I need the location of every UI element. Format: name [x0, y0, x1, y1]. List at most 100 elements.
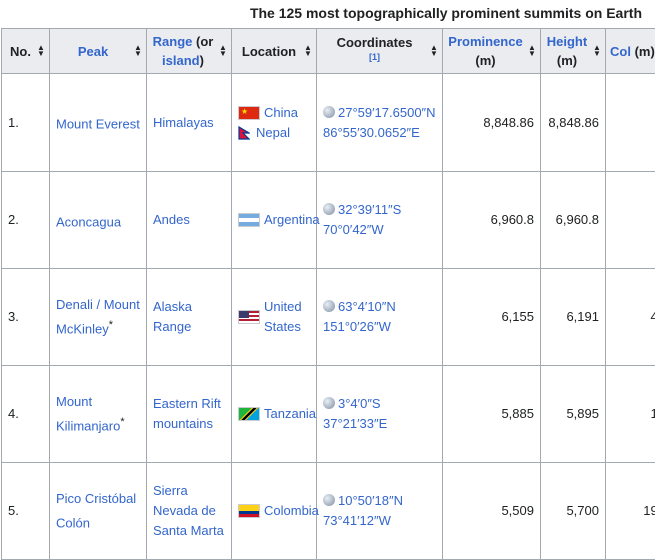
- location-entry: Argentina: [238, 210, 310, 230]
- cell-range: Sierra Nevada de Santa Marta: [147, 463, 232, 560]
- location-link[interactable]: Colombia: [264, 501, 319, 521]
- header-row: No. ▲▼ Peak ▲▼ Range (or island) ▲▼ Loca…: [2, 29, 655, 74]
- coordinates-ref-link[interactable]: [1]: [323, 52, 426, 63]
- cell-coordinates: 10°50′18″N73°41′12″W: [317, 463, 443, 560]
- location-header-label: Location: [242, 44, 296, 59]
- cell-prominence: 5,885: [443, 366, 541, 463]
- col-header-location[interactable]: Location ▲▼: [232, 29, 317, 74]
- coordinates-link[interactable]: 27°59′17.6500″N86°55′30.0652″E: [323, 105, 436, 140]
- cell-height: 8,848.86: [541, 74, 606, 172]
- col-header-range[interactable]: Range (or island) ▲▼: [147, 29, 232, 74]
- table-row: 2.AconcaguaAndesArgentina32°39′11″S70°0′…: [2, 172, 655, 269]
- cell-peak: Mount Kilimanjaro*: [50, 366, 147, 463]
- sort-icon[interactable]: ▲▼: [37, 45, 44, 57]
- peak-link[interactable]: Mount Kilimanjaro: [56, 394, 120, 433]
- height-header-link[interactable]: Height: [547, 34, 587, 49]
- nepal-flag-icon: [238, 126, 252, 140]
- cell-range: Andes: [147, 172, 232, 269]
- summits-table: No. ▲▼ Peak ▲▼ Range (or island) ▲▼ Loca…: [1, 28, 655, 560]
- location-link[interactable]: Tanzania: [264, 404, 316, 424]
- peak-header-link[interactable]: Peak: [78, 44, 108, 59]
- cell-peak: Denali / Mount McKinley*: [50, 269, 147, 366]
- sort-icon[interactable]: ▲▼: [593, 45, 600, 57]
- location-entry: United States: [238, 297, 310, 337]
- cell-col: 191: [606, 463, 655, 560]
- range-link[interactable]: Himalayas: [153, 115, 214, 130]
- globe-icon[interactable]: [323, 397, 335, 409]
- cell-height: 5,700: [541, 463, 606, 560]
- sort-icon[interactable]: ▲▼: [304, 45, 311, 57]
- col-header-no-label: No.: [10, 44, 31, 59]
- cell-no: 5.: [2, 463, 50, 560]
- coordinates-link[interactable]: 10°50′18″N73°41′12″W: [323, 493, 403, 528]
- table-row: 4.Mount Kilimanjaro*Eastern Rift mountai…: [2, 366, 655, 463]
- table-row: 3.Denali / Mount McKinley*Alaska RangeUn…: [2, 269, 655, 366]
- range-link[interactable]: Sierra Nevada de Santa Marta: [153, 483, 224, 538]
- cell-range: Alaska Range: [147, 269, 232, 366]
- range-header-text: (or: [192, 34, 213, 49]
- location-link[interactable]: China: [264, 103, 298, 123]
- cell-peak: Pico Cristóbal Colón: [50, 463, 147, 560]
- prominence-header-link[interactable]: Prominence: [448, 34, 522, 49]
- cell-location: Argentina: [232, 172, 317, 269]
- sort-icon[interactable]: ▲▼: [219, 45, 226, 57]
- argentina-flag-icon: [238, 213, 260, 227]
- china-flag-icon: [238, 106, 260, 120]
- cell-height: 6,191: [541, 269, 606, 366]
- cell-location: Tanzania: [232, 366, 317, 463]
- cell-location: United States: [232, 269, 317, 366]
- peak-mark: *: [120, 416, 124, 428]
- range-link[interactable]: Eastern Rift mountains: [153, 396, 221, 431]
- sort-icon[interactable]: ▲▼: [430, 45, 437, 57]
- peak-link[interactable]: Denali / Mount McKinley: [56, 297, 140, 336]
- table-row: 5.Pico Cristóbal Colón Sierra Nevada de S…: [2, 463, 655, 560]
- cell-peak: Aconcagua: [50, 172, 147, 269]
- cell-no: 4.: [2, 366, 50, 463]
- location-link[interactable]: Nepal: [256, 123, 290, 143]
- table-row: 1.Mount EverestHimalayasChinaNepal27°59′…: [2, 74, 655, 172]
- range-link[interactable]: Alaska Range: [153, 299, 192, 334]
- col-header-col[interactable]: Col (m) ▲▼: [606, 29, 655, 74]
- globe-icon[interactable]: [323, 494, 335, 506]
- table-caption: The 125 most topographically prominent s…: [0, 5, 655, 21]
- tanzania-flag-icon: [238, 407, 260, 421]
- longitude: 37°21′33″E: [323, 416, 387, 431]
- range-header-close: ): [200, 53, 204, 68]
- range-link[interactable]: Andes: [153, 212, 190, 227]
- col-header-height[interactable]: Height (m) ▲▼: [541, 29, 606, 74]
- cell-prominence: 8,848.86: [443, 74, 541, 172]
- sort-icon[interactable]: ▲▼: [134, 45, 141, 57]
- peak-link[interactable]: Mount Everest: [56, 117, 140, 132]
- cell-col: 0: [606, 74, 655, 172]
- cell-coordinates: 32°39′11″S70°0′42″W: [317, 172, 443, 269]
- cell-prominence: 6,960.8: [443, 172, 541, 269]
- sort-icon[interactable]: ▲▼: [528, 45, 535, 57]
- location-link[interactable]: United States: [264, 297, 310, 337]
- col-header-peak[interactable]: Peak ▲▼: [50, 29, 147, 74]
- longitude: 151°0′26″W: [323, 319, 391, 334]
- peak-link[interactable]: Aconcagua: [56, 214, 121, 229]
- globe-icon[interactable]: [323, 300, 335, 312]
- cell-col: 0: [606, 172, 655, 269]
- range-header-link[interactable]: Range: [153, 34, 193, 49]
- col-header-prominence[interactable]: Prominence (m) ▲▼: [443, 29, 541, 74]
- location-entry: China: [238, 103, 310, 123]
- cell-location: ChinaNepal: [232, 74, 317, 172]
- cell-no: 1.: [2, 74, 50, 172]
- cell-col: 10: [606, 366, 655, 463]
- height-unit: (m): [557, 53, 577, 68]
- location-link[interactable]: Argentina: [264, 210, 320, 230]
- col-header-no[interactable]: No. ▲▼: [2, 29, 50, 74]
- us-flag-icon: [238, 310, 260, 324]
- col-unit: (m): [631, 44, 655, 59]
- peak-link[interactable]: Pico Cristóbal Colón: [56, 491, 136, 530]
- latitude: 63°4′10″N: [338, 299, 396, 314]
- cell-col: 47: [606, 269, 655, 366]
- col-header-coordinates[interactable]: Coordinates [1] ▲▼: [317, 29, 443, 74]
- island-header-link[interactable]: island: [162, 53, 200, 68]
- location-entry: Tanzania: [238, 404, 310, 424]
- globe-icon[interactable]: [323, 203, 335, 215]
- cell-prominence: 5,509: [443, 463, 541, 560]
- globe-icon[interactable]: [323, 106, 335, 118]
- col-header-link[interactable]: Col: [610, 44, 631, 59]
